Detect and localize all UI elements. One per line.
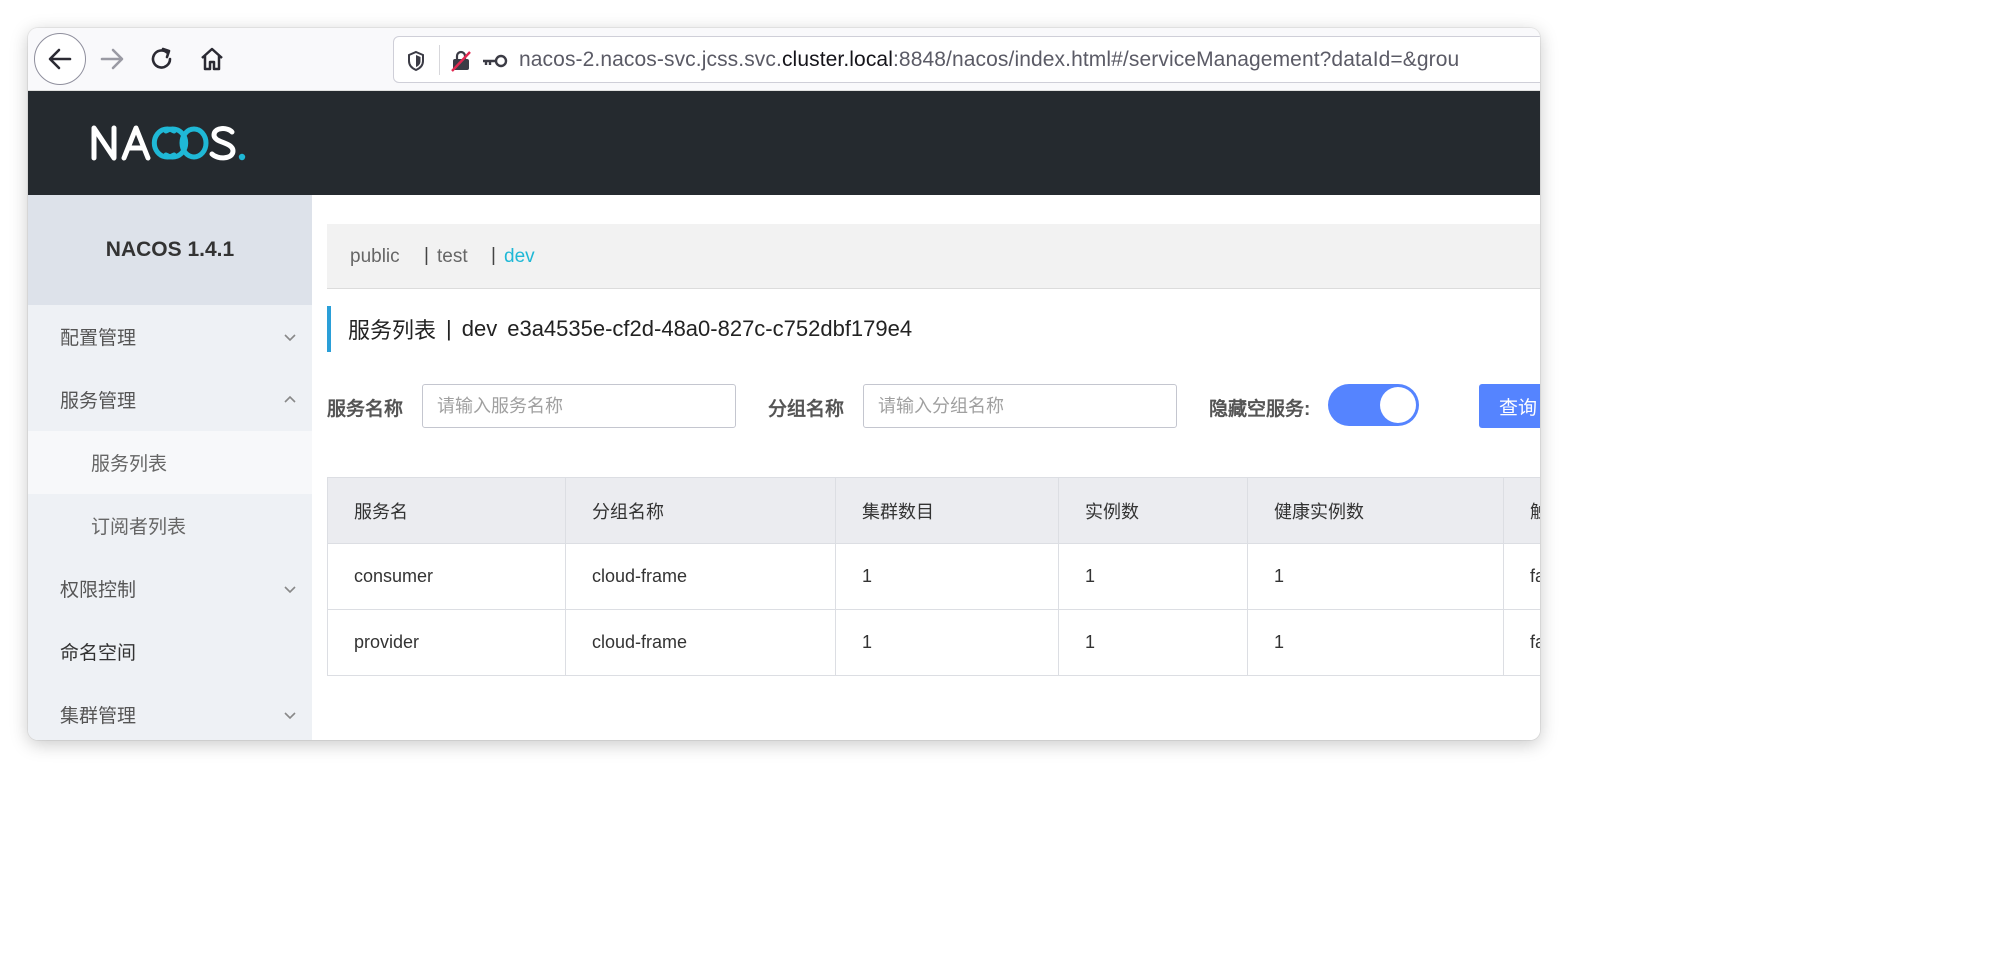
home-button[interactable] xyxy=(186,33,238,85)
page-title-namespace-id: e3a4535e-cf2d-48a0-827c-c752dbf179e4 xyxy=(507,316,913,341)
sidebar-item-label: 集群管理 xyxy=(60,706,137,727)
service-table: 服务名 分组名称 集群数目 实例数 健康实例数 触 consumer cloud… xyxy=(327,477,1540,676)
toggle-knob xyxy=(1380,387,1416,423)
column-cluster-count[interactable]: 集群数目 xyxy=(835,477,1059,544)
key-icon[interactable] xyxy=(480,49,510,73)
table-cell: 1 xyxy=(1058,543,1248,610)
sidebar-item-subscriber-list[interactable]: 订阅者列表 xyxy=(28,494,312,557)
column-trigger[interactable]: 触 xyxy=(1503,477,1540,544)
table-cell: cloud-frame xyxy=(565,609,836,676)
namespace-divider: | xyxy=(424,245,429,266)
table-cell: 1 xyxy=(835,543,1059,610)
chevron-up-icon xyxy=(284,395,296,403)
table-cell: fa xyxy=(1503,543,1540,610)
url-text[interactable]: nacos-2.nacos-svc.jcss.svc.cluster.local… xyxy=(519,48,1459,72)
back-button[interactable] xyxy=(34,33,86,85)
sidebar-title: NACOS 1.4.1 xyxy=(28,195,312,305)
table-cell: 1 xyxy=(835,609,1059,676)
namespace-bar: public | test | dev xyxy=(327,224,1540,289)
browser-window: nacos-2.nacos-svc.jcss.svc.cluster.local… xyxy=(28,28,1540,740)
sidebar-item-label: 服务列表 xyxy=(91,454,168,475)
sidebar-item-label: 配置管理 xyxy=(60,328,137,349)
browser-toolbar: nacos-2.nacos-svc.jcss.svc.cluster.local… xyxy=(28,28,1540,91)
page-title: 服务列表 | dev e3a4535e-cf2d-48a0-827c-c752d… xyxy=(327,306,922,352)
table-row: provider cloud-frame 1 1 1 fa xyxy=(327,609,1540,676)
reload-button[interactable] xyxy=(136,33,188,85)
table-cell: fa xyxy=(1503,609,1540,676)
chevron-down-icon xyxy=(284,586,296,594)
url-divider xyxy=(439,45,440,75)
sidebar-item-cluster-management[interactable]: 集群管理 xyxy=(28,683,312,740)
table-cell: 1 xyxy=(1247,543,1504,610)
column-service-name[interactable]: 服务名 xyxy=(327,477,566,544)
table-cell: consumer xyxy=(327,543,566,610)
namespace-dev[interactable]: dev xyxy=(504,246,535,268)
url-prefix: nacos-2.nacos-svc.jcss.svc. xyxy=(519,48,782,71)
table-cell: cloud-frame xyxy=(565,543,836,610)
table-cell: provider xyxy=(327,609,566,676)
column-healthy-instance-count[interactable]: 健康实例数 xyxy=(1247,477,1504,544)
column-group-name[interactable]: 分组名称 xyxy=(565,477,836,544)
chevron-down-icon xyxy=(284,712,296,720)
forward-button[interactable] xyxy=(86,33,138,85)
sidebar-item-label: 服务管理 xyxy=(60,391,137,412)
page-title-separator: | xyxy=(446,316,452,341)
url-suffix: :8848/nacos/index.html#/serviceManagemen… xyxy=(892,48,1460,71)
namespace-divider: | xyxy=(491,245,496,266)
hide-empty-label: 隐藏空服务: xyxy=(1209,399,1311,420)
query-button[interactable]: 查询 xyxy=(1479,384,1540,428)
hide-empty-toggle[interactable] xyxy=(1328,384,1419,426)
arrow-right-icon xyxy=(100,48,124,70)
group-name-label: 分组名称 xyxy=(768,399,845,420)
url-host: cluster.local xyxy=(781,48,893,71)
sidebar: NACOS 1.4.1 配置管理 服务管理 服务列表 订阅者列表 权限控制 命名… xyxy=(28,195,312,740)
home-icon xyxy=(201,47,223,71)
insecure-lock-icon[interactable] xyxy=(449,49,473,73)
table-row: consumer cloud-frame 1 1 1 fa xyxy=(327,543,1540,610)
table-header-row: 服务名 分组名称 集群数目 实例数 健康实例数 触 xyxy=(327,477,1540,544)
nacos-logo[interactable] xyxy=(90,118,250,168)
column-instance-count[interactable]: 实例数 xyxy=(1058,477,1248,544)
sidebar-item-label: 权限控制 xyxy=(60,580,137,601)
service-name-label: 服务名称 xyxy=(327,399,404,420)
sidebar-item-config-management[interactable]: 配置管理 xyxy=(28,305,312,368)
sidebar-item-service-management[interactable]: 服务管理 xyxy=(28,368,312,431)
chevron-down-icon xyxy=(284,334,296,342)
sidebar-item-label: 命名空间 xyxy=(60,643,137,664)
table-cell: 1 xyxy=(1058,609,1248,676)
page-title-namespace: dev xyxy=(461,316,498,341)
main-content: public | test | dev 服务列表 | dev e3a4535e-… xyxy=(312,195,1540,740)
arrow-left-icon xyxy=(48,48,72,70)
group-name-input[interactable] xyxy=(863,384,1177,428)
reload-icon xyxy=(151,47,172,69)
shield-icon[interactable] xyxy=(404,49,428,73)
page-title-text: 服务列表 xyxy=(348,318,437,343)
service-name-input[interactable] xyxy=(422,384,736,428)
sidebar-item-label: 订阅者列表 xyxy=(91,517,187,538)
sidebar-item-namespace[interactable]: 命名空间 xyxy=(28,620,312,683)
url-bar[interactable]: nacos-2.nacos-svc.jcss.svc.cluster.local… xyxy=(393,36,1540,83)
sidebar-item-access-control[interactable]: 权限控制 xyxy=(28,557,312,620)
table-cell: 1 xyxy=(1247,609,1504,676)
namespace-public[interactable]: public xyxy=(350,246,400,268)
namespace-test[interactable]: test xyxy=(437,246,468,268)
app-header xyxy=(28,91,1540,195)
sidebar-item-service-list[interactable]: 服务列表 xyxy=(28,431,312,494)
